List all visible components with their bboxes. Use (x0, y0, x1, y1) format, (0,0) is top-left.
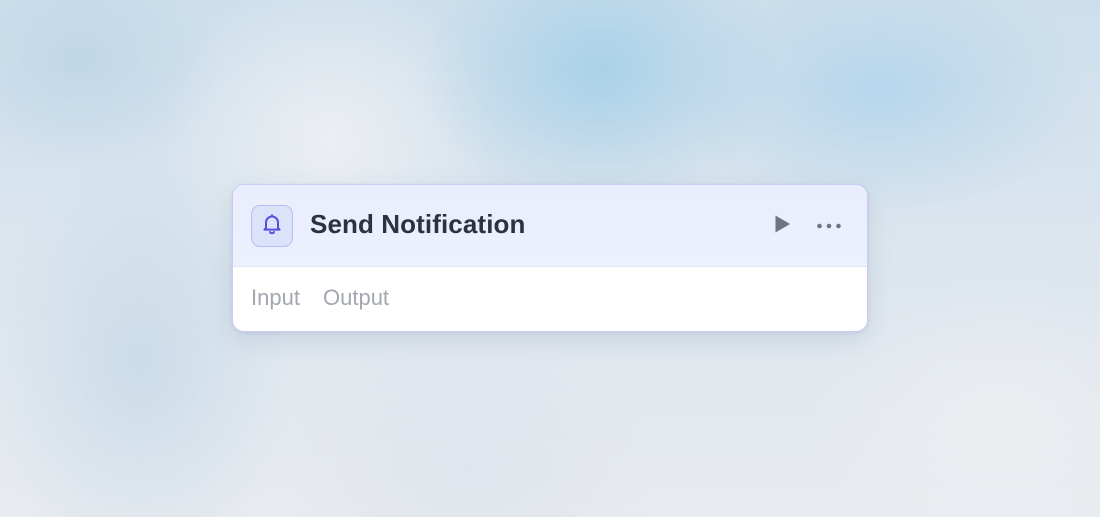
workflow-node-card[interactable]: Send Notification Input Output (232, 184, 868, 332)
more-options-button[interactable] (813, 213, 845, 239)
more-horizontal-icon (816, 217, 842, 235)
run-node-button[interactable] (769, 213, 795, 239)
node-icon-tile (251, 205, 293, 247)
node-header: Send Notification (233, 185, 867, 267)
tab-input[interactable]: Input (251, 285, 300, 311)
node-title: Send Notification (310, 209, 526, 239)
play-icon (772, 214, 792, 239)
tab-output[interactable]: Output (323, 285, 389, 311)
bell-icon (260, 212, 284, 241)
node-body: Input Output (233, 267, 867, 331)
